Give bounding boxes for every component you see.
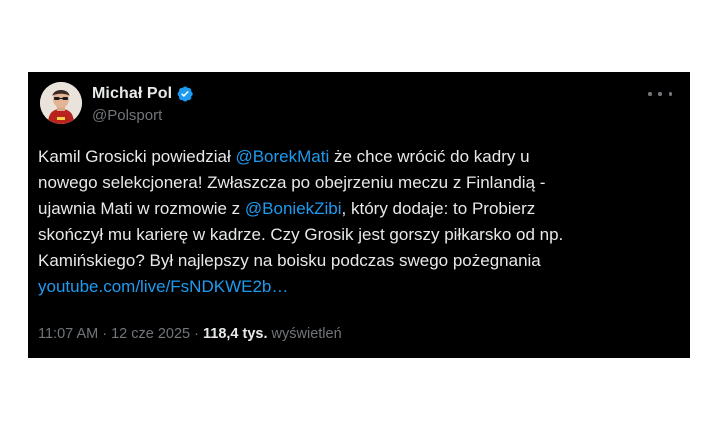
mention-link[interactable]: @BoniekZibi bbox=[245, 199, 342, 218]
tweet-text-segment: Kamil Grosicki powiedział bbox=[38, 147, 236, 166]
tweet-text-line: ujawnia Mati w rozmowie z @BoniekZibi, k… bbox=[38, 196, 668, 222]
author-names: Michał Pol @Polsport bbox=[92, 84, 194, 124]
avatar[interactable] bbox=[40, 82, 82, 124]
display-name-row: Michał Pol bbox=[92, 84, 194, 104]
tweet-text-segment: Kamińskiego? Był najlepszy na boisku pod… bbox=[38, 251, 541, 270]
meta-separator: · bbox=[190, 326, 203, 342]
tweet-text-segment: skończył mu karierę w kadrze. Czy Grosik… bbox=[38, 225, 564, 244]
tweet-text-line: skończył mu karierę w kadrze. Czy Grosik… bbox=[38, 222, 668, 248]
tweet-text: Kamil Grosicki powiedział @BorekMati że … bbox=[38, 144, 668, 300]
dot bbox=[668, 92, 672, 96]
tweet-text-segment: nowego selekcjonera! Zwłaszcza po obejrz… bbox=[38, 173, 546, 192]
author-display-name[interactable]: Michał Pol bbox=[92, 85, 172, 103]
dot bbox=[648, 92, 652, 96]
tweet-text-line: Kamińskiego? Był najlepszy na boisku pod… bbox=[38, 248, 668, 274]
tweet-text-segment: że chce wrócić do kadry u bbox=[329, 147, 530, 166]
tweet-date[interactable]: 12 cze 2025 bbox=[111, 326, 190, 342]
tweet-text-segment: , który dodaje: to Probierz bbox=[341, 199, 536, 218]
tweet-text-line: Kamil Grosicki powiedział @BorekMati że … bbox=[38, 144, 668, 170]
mention-link[interactable]: @BorekMati bbox=[235, 147, 329, 166]
more-horizontal-icon[interactable] bbox=[648, 84, 672, 104]
author-handle[interactable]: @Polsport bbox=[92, 107, 194, 124]
url-link[interactable]: youtube.com/live/FsNDKWE2b… bbox=[38, 277, 288, 296]
verified-badge-icon[interactable] bbox=[176, 85, 194, 103]
tweet-header: Michał Pol @Polsport bbox=[40, 82, 678, 130]
avatar-image bbox=[40, 82, 82, 124]
tweet-meta: 11:07 AM · 12 cze 2025 · 118,4 tys. wyśw… bbox=[38, 326, 342, 342]
tweet-card[interactable]: Michał Pol @Polsport Kamil Grosicki powi… bbox=[28, 72, 690, 358]
views-count: 118,4 tys. bbox=[203, 326, 268, 342]
tweet-time[interactable]: 11:07 AM bbox=[38, 326, 98, 342]
tweet-text-line: youtube.com/live/FsNDKWE2b… bbox=[38, 274, 668, 300]
tweet-text-segment: ujawnia Mati w rozmowie z bbox=[38, 199, 245, 218]
meta-separator: · bbox=[98, 326, 112, 342]
views-label: wyświetleń bbox=[267, 326, 342, 342]
tweet-text-line: nowego selekcjonera! Zwłaszcza po obejrz… bbox=[38, 170, 668, 196]
dot bbox=[658, 92, 662, 96]
